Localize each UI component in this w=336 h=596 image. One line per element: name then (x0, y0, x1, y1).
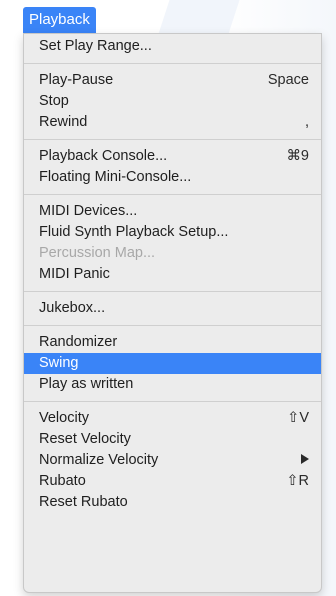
menu-item-label: Fluid Synth Playback Setup... (39, 224, 229, 240)
menu-item-shortcut: ⇧R (286, 473, 309, 489)
menu-item-stop[interactable]: Stop (24, 91, 321, 112)
menu-separator (24, 63, 321, 64)
menu-item-label: Rubato (39, 473, 86, 489)
submenu-arrow-icon (301, 450, 309, 471)
menu-item-set-play-range[interactable]: Set Play Range... (24, 36, 321, 57)
menu-item-rubato[interactable]: Rubato ⇧R (24, 471, 321, 492)
menu-item-label: Play as written (39, 376, 134, 392)
menu-item-shortcut: ⌘9 (286, 148, 309, 164)
menu-item-shortcut: ⇧V (287, 410, 309, 426)
menu-item-label: Playback Console... (39, 148, 168, 164)
menu-separator (24, 401, 321, 402)
menu-separator (24, 325, 321, 326)
menu-item-label: Randomizer (39, 334, 118, 350)
menu-item-shortcut: , (304, 114, 309, 130)
menu-item-floating-mini-console[interactable]: Floating Mini-Console... (24, 167, 321, 188)
menu-item-label: Velocity (39, 410, 89, 426)
menu-item-label: Percussion Map... (39, 245, 156, 261)
menu-item-playback-console[interactable]: Playback Console... ⌘9 (24, 146, 321, 167)
menu-item-fluid-synth-playback-setup[interactable]: Fluid Synth Playback Setup... (24, 222, 321, 243)
playback-menu: Set Play Range... Play-Pause Space Stop Rewi… (23, 33, 322, 593)
menu-item-label: MIDI Devices... (39, 203, 138, 219)
playback-menu-title[interactable]: Playback (23, 7, 96, 33)
menu-item-midi-panic[interactable]: MIDI Panic (24, 264, 321, 285)
screen: Playback Set Play Range... Play-Pause Spac… (0, 0, 336, 596)
menu-item-shortcut: Space (267, 72, 309, 88)
menu-item-jukebox[interactable]: Jukebox... (24, 298, 321, 319)
menu-item-label: Jukebox... (39, 300, 106, 316)
menu-item-velocity[interactable]: Velocity ⇧V (24, 408, 321, 429)
menu-item-label: Rewind (39, 114, 88, 130)
menu-item-reset-rubato[interactable]: Reset Rubato (24, 492, 321, 513)
menu-item-label: Play-Pause (39, 72, 114, 88)
menu-item-play-as-written[interactable]: Play as written (24, 374, 321, 395)
menu-item-percussion-map: Percussion Map... (24, 243, 321, 264)
menu-item-label: Floating Mini-Console... (39, 169, 192, 185)
menu-item-label: Reset Rubato (39, 494, 128, 510)
menu-item-label: Set Play Range... (39, 38, 152, 54)
menu-item-label: Reset Velocity (39, 431, 131, 447)
menu-item-swing[interactable]: Swing (24, 353, 321, 374)
menu-item-randomizer[interactable]: Randomizer (24, 332, 321, 353)
menu-separator (24, 291, 321, 292)
menu-item-midi-devices[interactable]: MIDI Devices... (24, 201, 321, 222)
menu-item-rewind[interactable]: Rewind, (24, 112, 321, 133)
menu-separator (24, 194, 321, 195)
menu-item-label: Stop (39, 93, 69, 109)
menu-item-label: Swing (39, 355, 79, 371)
menu-item-label: Normalize Velocity (39, 452, 159, 468)
menu-item-play-pause[interactable]: Play-Pause Space (24, 70, 321, 91)
menu-item-reset-velocity[interactable]: Reset Velocity (24, 429, 321, 450)
menu-separator (24, 139, 321, 140)
menu-item-normalize-velocity[interactable]: Normalize Velocity (24, 450, 321, 471)
menu-item-label: MIDI Panic (39, 266, 110, 282)
